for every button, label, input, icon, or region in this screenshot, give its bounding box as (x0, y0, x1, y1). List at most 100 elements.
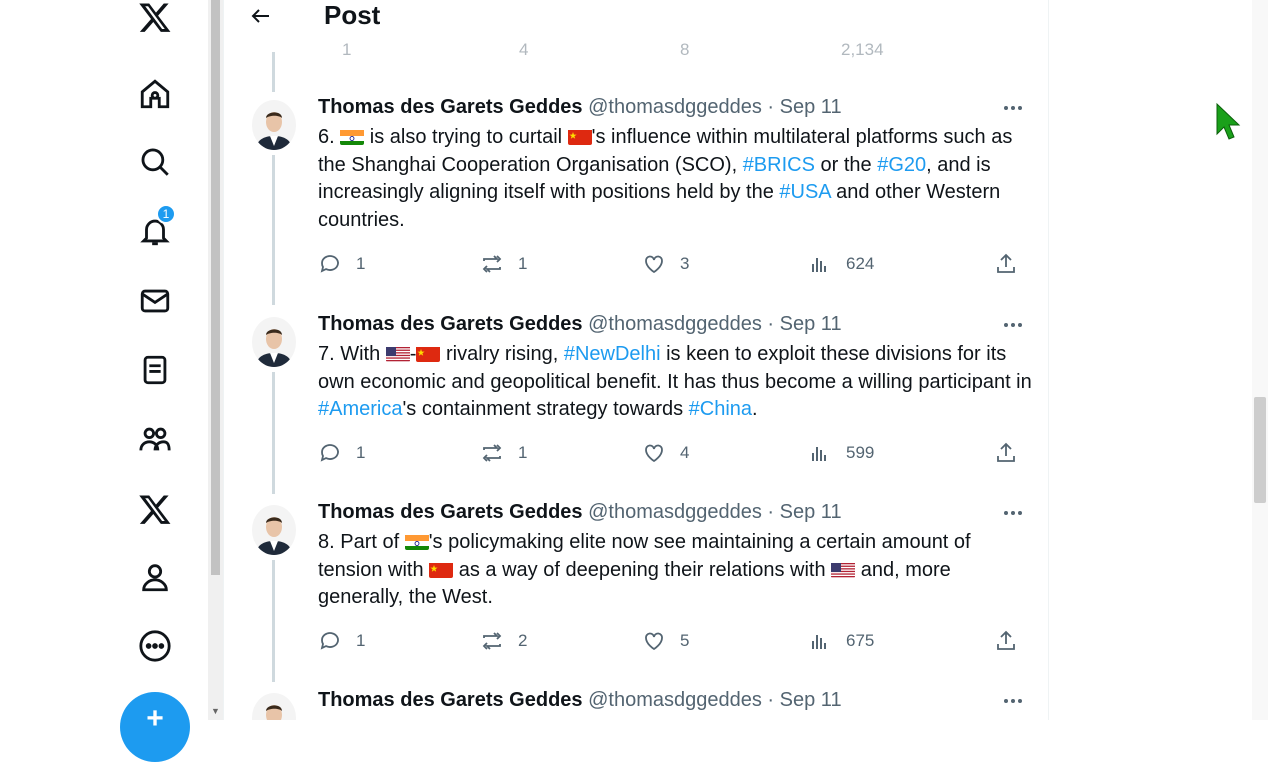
reply-button[interactable]: 1 (318, 252, 365, 276)
share-button[interactable] (994, 252, 1032, 276)
repost-count: 2 (518, 631, 528, 650)
thread-line (272, 155, 275, 305)
compose-post-button[interactable]: + (120, 692, 190, 762)
page-scrollbar[interactable] (1252, 0, 1268, 720)
china-flag-icon (416, 345, 441, 362)
tweet-date[interactable]: Sep 11 (780, 689, 842, 711)
repost-icon (482, 444, 502, 462)
share-button[interactable] (994, 441, 1032, 465)
tweet-text-segment: rivalry rising, (440, 343, 564, 365)
views-button[interactable]: 675 (808, 629, 874, 653)
hashtag-link[interactable]: #NewDelhi (564, 343, 661, 365)
author-handle[interactable]: @thomasdggeddes (588, 313, 762, 335)
views-count: 624 (846, 254, 875, 273)
hashtag-link[interactable]: #G20 (877, 154, 926, 176)
like-button[interactable]: 3 (642, 252, 689, 276)
avatar[interactable] (252, 693, 296, 720)
reply-icon (320, 632, 339, 650)
premium-x-icon[interactable] (134, 488, 176, 530)
page-scrollbar-thumb[interactable] (1254, 397, 1266, 503)
india-flag-icon (340, 128, 365, 145)
hashtag-link[interactable]: #America (318, 398, 402, 420)
tweet-text-segment: . (752, 398, 758, 420)
hashtag-link[interactable]: #USA (779, 181, 830, 203)
author-handle[interactable]: @thomasdggeddes (588, 96, 762, 118)
views-button[interactable]: 599 (808, 441, 874, 465)
main-column: Post 1 4 8 2,134 Thomas des Garets Gedde… (223, 0, 1049, 720)
heart-icon (645, 632, 663, 651)
x-logo-icon[interactable] (134, 0, 176, 38)
reply-count: 1 (356, 254, 366, 273)
views-icon (812, 258, 826, 272)
tweet-header: Thomas des Garets Geddes @thomasdggeddes… (318, 96, 842, 119)
avatar[interactable] (252, 317, 296, 367)
avatar[interactable] (252, 100, 296, 150)
tweet-text-segment: 6. (318, 126, 341, 148)
profile-icon[interactable] (134, 556, 176, 598)
author-name[interactable]: Thomas des Garets Geddes (318, 689, 583, 711)
share-button[interactable] (994, 629, 1032, 653)
repost-icon (482, 632, 502, 650)
tweet-date[interactable]: Sep 11 (780, 501, 842, 523)
nav-scroll-down-arrow-icon[interactable]: ▼ (210, 706, 221, 718)
author-name[interactable]: Thomas des Garets Geddes (318, 96, 583, 118)
reply-button[interactable]: 1 (318, 629, 365, 653)
search-icon[interactable] (134, 141, 176, 183)
tweet-text: 6. is also trying to curtail 's influenc… (318, 124, 1038, 234)
repost-count: 1 (518, 443, 528, 462)
like-button[interactable]: 4 (642, 441, 689, 465)
hashtag-link[interactable]: #BRICS (743, 154, 815, 176)
nav-scrollbar-thumb[interactable] (211, 0, 220, 575)
more-options-icon[interactable] (1000, 503, 1026, 523)
reply-icon (320, 444, 339, 462)
thread-line (272, 372, 275, 494)
tweet-date[interactable]: Sep 11 (780, 313, 842, 335)
repost-count: 1 (518, 254, 528, 273)
communities-icon[interactable] (134, 418, 176, 460)
like-button[interactable]: 5 (642, 629, 689, 653)
thread-line (272, 560, 275, 682)
repost-button[interactable]: 2 (480, 629, 527, 653)
more-options-icon[interactable] (1000, 315, 1026, 335)
share-icon (997, 630, 1015, 650)
notifications-icon[interactable]: 1 (134, 204, 176, 252)
avatar[interactable] (252, 505, 296, 555)
messages-icon[interactable] (134, 280, 176, 322)
author-handle[interactable]: @thomasdggeddes (588, 501, 762, 523)
page-title: Post (324, 0, 381, 30)
author-name[interactable]: Thomas des Garets Geddes (318, 313, 583, 335)
mouse-cursor-icon (1216, 102, 1241, 140)
hashtag-link[interactable]: #China (689, 398, 752, 420)
repost-button[interactable]: 1 (480, 441, 527, 465)
tweet-text: 7. With - rivalry rising, #NewDelhi is k… (318, 341, 1038, 424)
tweet-header: Thomas des Garets Geddes @thomasdggeddes… (318, 689, 842, 712)
more-options-icon[interactable] (1000, 691, 1026, 711)
tweet-text-segment: 8. Part of (318, 531, 405, 553)
home-icon[interactable] (134, 73, 176, 115)
views-icon (812, 635, 826, 649)
reply-count: 1 (356, 631, 366, 650)
more-icon[interactable] (134, 625, 176, 667)
repost-button[interactable]: 1 (480, 252, 527, 276)
reply-icon (320, 255, 339, 273)
tweet-date[interactable]: Sep 11 (780, 96, 842, 118)
previous-tweet-actions: 1 4 8 2,134 (224, 40, 1048, 60)
author-name[interactable]: Thomas des Garets Geddes (318, 501, 583, 523)
china-flag-icon (567, 128, 592, 145)
back-arrow-icon[interactable] (248, 4, 274, 28)
separator-dot: · (767, 313, 775, 335)
notification-badge: 1 (156, 204, 176, 224)
lists-icon[interactable] (134, 349, 176, 391)
partial-replies-count: 1 (342, 40, 352, 59)
more-options-icon[interactable] (1000, 98, 1026, 118)
author-handle[interactable]: @thomasdggeddes (588, 689, 762, 711)
separator-dot: · (767, 501, 775, 523)
post-header: Post (224, 0, 1048, 32)
reply-button[interactable]: 1 (318, 441, 365, 465)
compose-post-glyph: + (146, 702, 164, 735)
tweet-text-segment: 7. With (318, 343, 386, 365)
share-icon (997, 253, 1015, 273)
views-button[interactable]: 624 (808, 252, 874, 276)
tweet-text-segment: as a way of deepening their relations wi… (453, 558, 832, 581)
tweet-header: Thomas des Garets Geddes @thomasdggeddes… (318, 501, 842, 524)
